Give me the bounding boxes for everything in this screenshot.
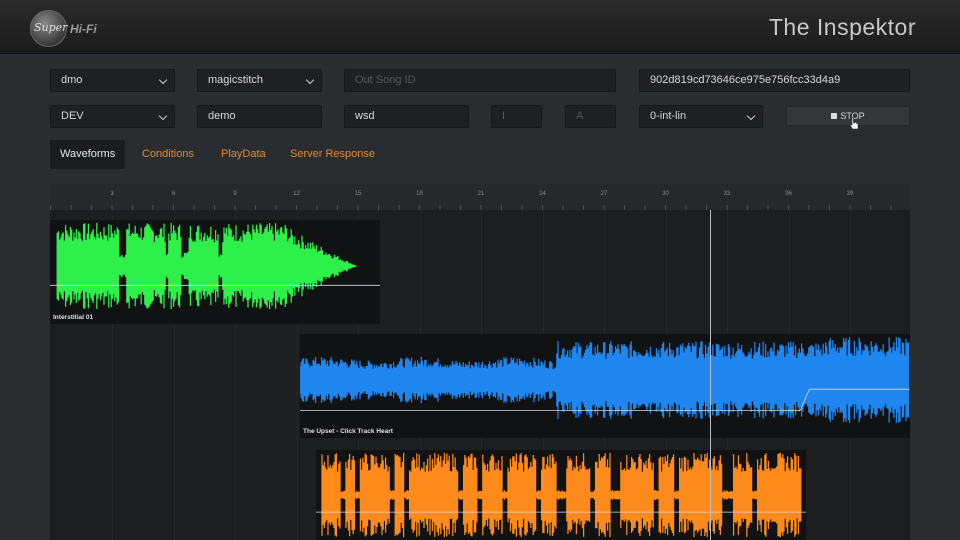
chevron-down-icon — [746, 111, 756, 121]
environment-select[interactable]: dmo — [50, 69, 175, 92]
out-song-id-input[interactable]: Out Song ID — [344, 69, 616, 92]
waveform-clip-the-upset[interactable]: The Upset - Click Track Heart — [300, 334, 910, 438]
mode-select[interactable]: 0-int-lin — [639, 105, 763, 128]
ruler-tick-label: 30 — [662, 191, 669, 197]
ruler-tick-label: 3 — [110, 191, 114, 197]
stage-select-value: DEV — [61, 110, 84, 122]
a-input[interactable]: A — [565, 105, 616, 128]
session-hash-value: 902d819cd73646ce975e756fcc33d4a9 — [650, 74, 841, 86]
hand-cursor-icon — [849, 117, 859, 130]
ruler-tick-label: 24 — [539, 191, 546, 197]
stage-select[interactable]: DEV — [50, 105, 175, 128]
waveform-third — [316, 452, 806, 538]
chevron-down-icon — [158, 75, 168, 85]
tab-playdata[interactable]: PlayData — [221, 140, 266, 169]
clip-label: Interstitial 01 — [53, 314, 94, 321]
ruler-tick-label: 18 — [416, 191, 423, 197]
ruler-tick-marks — [50, 205, 892, 210]
tab-server-response[interactable]: Server Response — [290, 140, 375, 169]
mode-select-value: 0-int-lin — [650, 110, 687, 122]
ruler-tick-label: 15 — [354, 191, 362, 197]
ruler-tick-label: 12 — [293, 191, 300, 197]
ruler-tick-label: 36 — [785, 191, 792, 197]
tab-waveforms[interactable]: Waveforms — [50, 140, 126, 169]
in-point-placeholder: I — [502, 110, 506, 122]
playhead-line[interactable] — [710, 210, 711, 540]
station-input[interactable]: wsd — [344, 105, 469, 128]
waveform-path — [56, 222, 357, 310]
app-title: The Inspektor — [768, 14, 916, 40]
ruler-tick-label: 6 — [171, 191, 176, 197]
clip-label: The Upset - Click Track Heart — [303, 428, 393, 435]
name-input[interactable]: demo — [197, 105, 322, 128]
a-input-placeholder: A — [576, 110, 584, 122]
stop-icon — [831, 113, 838, 119]
waveform-the-upset — [300, 337, 910, 423]
ruler-tick-label: 9 — [233, 191, 237, 197]
environment-select-value: dmo — [61, 74, 83, 86]
ruler-tick-label: 33 — [723, 191, 731, 197]
waveform-timeline[interactable]: 3 6 9 12 15 18 21 24 27 30 33 36 39 Interstitial 01 … — [50, 184, 910, 540]
in-point-input[interactable]: I — [491, 105, 542, 128]
waveform-clip-interstitial[interactable]: Interstitial 01 — [50, 220, 380, 324]
ruler-tick-label: 27 — [600, 191, 608, 197]
logo-super-text: Super — [34, 21, 68, 34]
waveform-interstitial — [50, 222, 380, 310]
app-header: Super Hi-Fi The Inspektor — [0, 0, 960, 54]
chevron-down-icon — [305, 75, 315, 85]
stop-button[interactable]: STOP — [786, 106, 910, 126]
super-hifi-logo: Super Hi-Fi — [30, 10, 138, 48]
name-input-value: demo — [208, 110, 236, 122]
waveform-clip-third[interactable] — [316, 450, 806, 540]
logo-hifi-text: Hi-Fi — [70, 22, 97, 36]
waveform-path — [321, 452, 802, 538]
tab-conditions[interactable]: Conditions — [142, 140, 194, 169]
out-song-id-placeholder: Out Song ID — [355, 74, 416, 86]
ruler-tick-label: 39 — [846, 191, 854, 197]
ruler-tick-label: 21 — [477, 191, 485, 197]
time-ruler: 3 6 9 12 15 18 21 24 27 30 33 36 39 — [50, 184, 910, 210]
station-input-value: wsd — [355, 110, 375, 122]
profile-select-value: magicstitch — [208, 74, 264, 86]
session-hash-input[interactable]: 902d819cd73646ce975e756fcc33d4a9 — [639, 69, 910, 92]
chevron-down-icon — [158, 111, 168, 121]
profile-select[interactable]: magicstitch — [197, 69, 322, 92]
